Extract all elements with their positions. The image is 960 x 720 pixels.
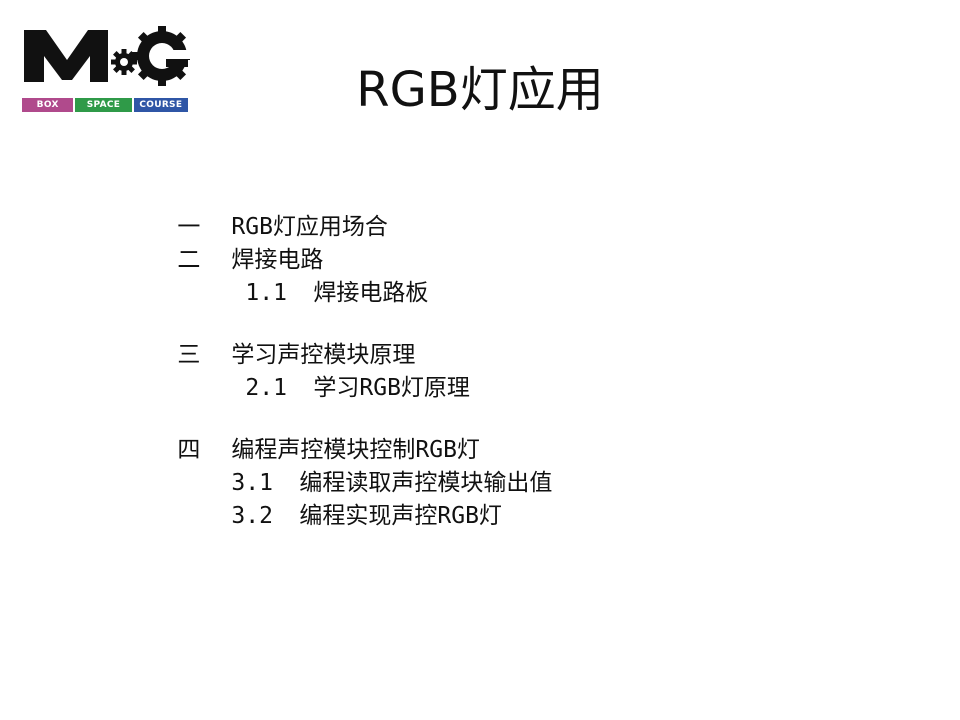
outline-subitem: 3.2 编程实现声控RGB灯 — [176, 471, 502, 561]
outline-item-number: 3.2 — [231, 503, 273, 529]
outline-item-text: 编程实现声控RGB灯 — [299, 503, 502, 529]
outline-item-text: 学习RGB灯原理 — [313, 375, 470, 401]
outline-item-text: 焊接电路板 — [313, 280, 429, 306]
outline-item-number: 1.1 — [245, 280, 287, 306]
slide-title: RGB灯应用 — [356, 62, 604, 118]
outline-item-number: 2.1 — [245, 375, 287, 401]
